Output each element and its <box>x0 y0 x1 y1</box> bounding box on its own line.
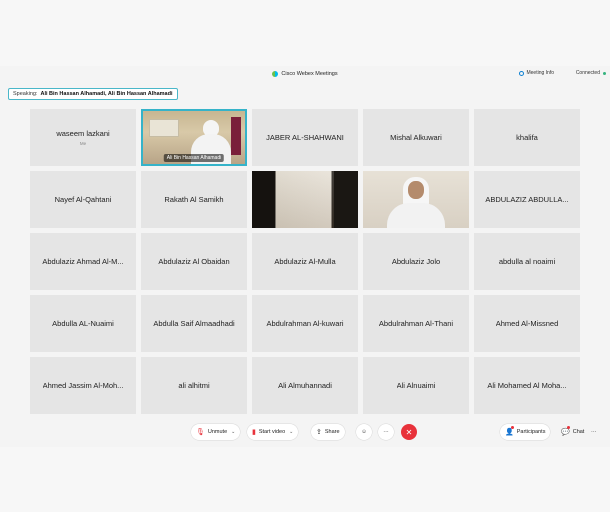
chevron-down-icon[interactable]: ⌄ <box>231 429 235 435</box>
participant-name: Abdulla Saif Almaadhadi <box>153 319 235 328</box>
meeting-info-label: Meeting Info <box>526 70 554 76</box>
participant-tile[interactable]: Abdulrahman Al-Thani <box>363 295 469 352</box>
participant-grid: waseem lazkani Me Ali Bin Hassan Alhamadi J… <box>30 109 580 414</box>
video-background <box>149 119 179 137</box>
participant-name: Ali Almuhannadi <box>278 381 332 390</box>
participant-tile[interactable]: Ahmed Jassim Al-Moh... <box>30 357 136 414</box>
participant-name: abdulla al noaimi <box>498 257 556 266</box>
participant-tile[interactable]: Ali Almuhannadi <box>252 357 358 414</box>
unmute-label: Unmute <box>207 429 228 435</box>
participant-tile[interactable]: Ahmed Al-Missned <box>474 295 580 352</box>
participant-tile[interactable]: Abdulrahman Al-kuwari <box>252 295 358 352</box>
participant-tile[interactable] <box>363 171 469 228</box>
meeting-controls: 🎙 Unmute ⌄ ▮ Start video ⌄ ⇪ Share ☺ ···… <box>0 420 610 444</box>
participant-tile[interactable]: Abdulla AL-Nuaimi <box>30 295 136 352</box>
participant-tile[interactable]: Mishal Alkuwari <box>363 109 469 166</box>
participant-tile[interactable]: Ali Bin Hassan Alhamadi <box>141 109 247 166</box>
participant-name: waseem lazkani <box>56 129 110 138</box>
participant-tile[interactable]: Ali Mohamed Al Moha... <box>474 357 580 414</box>
toolbar-more-button[interactable]: ··· <box>588 424 600 440</box>
participants-icon: 👤 <box>505 429 514 436</box>
video-feed <box>387 203 445 228</box>
participant-tile[interactable]: ABDULAZIZ ABDULLA... <box>474 171 580 228</box>
connection-status-label: Connected <box>575 70 600 76</box>
participant-name: Abdulrahman Al-kuwari <box>266 319 344 328</box>
microphone-muted-icon: 🎙 <box>196 429 205 436</box>
participant-tile[interactable]: abdulla al noaimi <box>474 233 580 290</box>
participant-name: Abdulrahman Al-Thani <box>378 319 454 328</box>
ellipsis-icon: ··· <box>591 429 597 435</box>
info-icon <box>519 70 525 76</box>
notification-badge <box>567 426 570 429</box>
participant-tile[interactable]: Abdulaziz Ahmad Al-M... <box>30 233 136 290</box>
participant-tile[interactable]: Abdulla Saif Almaadhadi <box>141 295 247 352</box>
notification-badge <box>511 426 514 429</box>
participant-tile[interactable]: waseem lazkani Me <box>30 109 136 166</box>
participant-name: Ali Alnuaimi <box>396 381 436 390</box>
participant-name: Abdulaziz Ahmad Al-M... <box>42 257 124 266</box>
speaking-names: Ali Bin Hassan Alhamadi, Ali Bin Hassan … <box>40 91 173 97</box>
chevron-down-icon[interactable]: ⌄ <box>289 429 293 435</box>
webex-logo-icon <box>272 70 279 77</box>
participant-tile[interactable]: ali alhitmi <box>141 357 247 414</box>
participant-name: ABDULAZIZ ABDULLA... <box>485 195 569 204</box>
share-button[interactable]: ⇪ Share <box>311 424 345 440</box>
participants-button[interactable]: 👤 Participants <box>500 424 551 440</box>
participants-label: Participants <box>516 429 546 435</box>
chat-button[interactable]: 💬 Chat <box>556 424 589 440</box>
video-feed <box>408 181 424 199</box>
leave-meeting-button[interactable]: ✕ <box>401 424 417 440</box>
reactions-button[interactable]: ☺ <box>356 424 372 440</box>
participant-name: Ahmed Jassim Al-Moh... <box>42 381 124 390</box>
share-icon: ⇪ <box>316 429 322 436</box>
participant-name: JABER AL-SHAHWANI <box>266 133 344 142</box>
close-icon: ✕ <box>405 427 413 437</box>
participant-tile[interactable]: Ali Alnuaimi <box>363 357 469 414</box>
speaking-label: Speaking: <box>13 91 38 97</box>
more-options-button[interactable]: ··· <box>378 424 394 440</box>
participant-tile[interactable]: JABER AL-SHAHWANI <box>252 109 358 166</box>
chat-bubble-icon: 💬 <box>561 429 570 436</box>
speaking-indicator: Speaking: Ali Bin Hassan Alhamadi, Ali B… <box>8 88 178 100</box>
participant-name: Abdulaziz Al Obaidan <box>158 257 230 266</box>
unmute-button[interactable]: 🎙 Unmute ⌄ <box>191 424 241 440</box>
participant-name: Ahmed Al-Missned <box>495 319 559 328</box>
connected-dot-icon <box>603 71 606 75</box>
participant-tile[interactable]: khalifa <box>474 109 580 166</box>
chat-label: Chat <box>572 429 585 435</box>
participant-tile[interactable]: Rakath Al Samikh <box>141 171 247 228</box>
video-background <box>231 117 241 155</box>
participant-name: Ali Bin Hassan Alhamadi <box>163 154 225 162</box>
start-video-label: Start video <box>258 429 286 435</box>
connection-status: Connected <box>576 70 606 76</box>
participant-name: ali alhitmi <box>178 381 210 390</box>
participant-name: Abdulaziz Al-Mulla <box>274 257 336 266</box>
share-label: Share <box>324 429 340 435</box>
participant-tile[interactable]: Abdulaziz Jolo <box>363 233 469 290</box>
video-off-icon: ▮ <box>252 429 256 436</box>
window-title: Cisco Webex Meetings <box>281 70 338 77</box>
participant-name: Mishal Alkuwari <box>390 133 442 142</box>
meeting-info-button[interactable]: Meeting Info <box>519 70 554 76</box>
start-video-button[interactable]: ▮ Start video ⌄ <box>247 424 299 440</box>
ellipsis-icon: ··· <box>383 429 389 435</box>
smiley-icon: ☺ <box>361 429 367 435</box>
participant-name: Nayef Al-Qahtani <box>54 195 112 204</box>
participant-tile[interactable] <box>252 171 358 228</box>
video-feed <box>276 171 334 228</box>
participant-name: khalifa <box>516 133 538 142</box>
webex-meeting-window: Cisco Webex Meetings Meeting Info Connec… <box>0 66 610 447</box>
participant-tile[interactable]: Nayef Al-Qahtani <box>30 171 136 228</box>
self-indicator: Me <box>79 141 87 146</box>
participant-name: Abdulaziz Jolo <box>391 257 441 266</box>
participant-name: Abdulla AL-Nuaimi <box>52 319 114 328</box>
participant-name: Ali Mohamed Al Moha... <box>487 381 567 390</box>
participant-tile[interactable]: Abdulaziz Al-Mulla <box>252 233 358 290</box>
participant-name: Rakath Al Samikh <box>164 195 224 204</box>
participant-tile[interactable]: Abdulaziz Al Obaidan <box>141 233 247 290</box>
